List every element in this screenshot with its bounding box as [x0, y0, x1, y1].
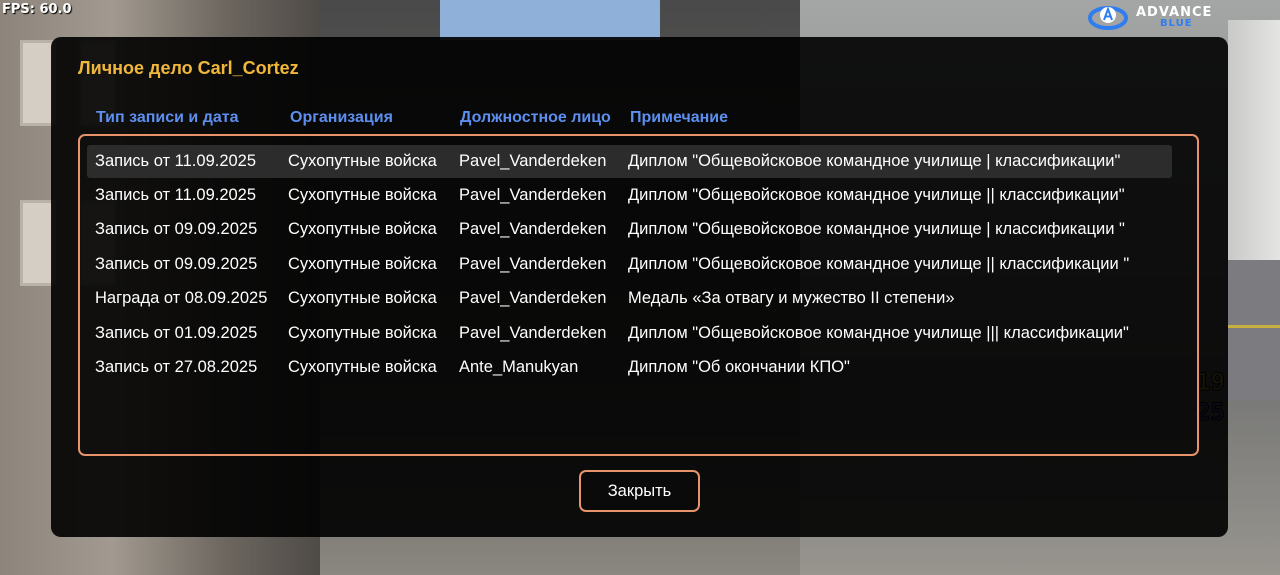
fps-counter: FPS: 60.0 [2, 2, 72, 17]
record-type-date: Награда от 08.09.2025 [95, 289, 268, 307]
record-note: Диплом "Общевойсковое командное училище … [628, 324, 1129, 342]
server-logo: ADVANCE BLUE [1086, 2, 1226, 34]
record-note: Диплом "Общевойсковое командное училище … [628, 255, 1130, 273]
record-organization: Сухопутные войска [288, 220, 437, 238]
table-row[interactable]: Запись от 27.08.2025 Сухопутные войска A… [87, 351, 1172, 384]
column-header-organization: Организация [290, 109, 393, 126]
table-row[interactable]: Награда от 08.09.2025 Сухопутные войска … [87, 282, 1172, 315]
game-scene: FPS: 60.0 ADVANCE BLUE 19 25 Личное дело… [0, 0, 1280, 575]
dialog-title: Личное дело Carl_Cortez [78, 58, 299, 78]
record-type-date: Запись от 11.09.2025 [95, 186, 257, 204]
record-note: Диплом "Общевойсковое командное училище … [628, 220, 1125, 238]
column-header-note: Примечание [630, 109, 729, 126]
record-note: Диплом "Общевойсковое командное училище … [628, 152, 1121, 170]
record-type-date: Запись от 09.09.2025 [95, 255, 258, 273]
record-official: Pavel_Vanderdeken [459, 220, 607, 238]
background-wall [1228, 20, 1280, 260]
record-official: Pavel_Vanderdeken [459, 152, 607, 170]
table-row[interactable]: Запись от 09.09.2025 Сухопутные войска P… [87, 213, 1172, 246]
logo-subtitle: BLUE [1160, 18, 1193, 29]
table-row[interactable]: Запись от 01.09.2025 Сухопутные войска P… [87, 317, 1172, 350]
advance-logo-icon [1088, 6, 1128, 30]
record-official: Pavel_Vanderdeken [459, 289, 607, 307]
record-organization: Сухопутные войска [288, 289, 437, 307]
record-official: Pavel_Vanderdeken [459, 186, 607, 204]
record-type-date: Запись от 11.09.2025 [95, 152, 257, 170]
column-header-official: Должностное лицо [460, 109, 611, 126]
personal-file-dialog: Личное дело Carl_Cortez Тип записи и дат… [51, 37, 1228, 537]
record-note: Диплом "Общевойсковое командное училище … [628, 186, 1125, 204]
table-row[interactable]: Запись от 11.09.2025 Сухопутные войска P… [87, 179, 1172, 212]
background-road [1228, 260, 1280, 400]
table-row[interactable]: Запись от 11.09.2025 Сухопутные войска P… [87, 145, 1172, 178]
column-header-type-date: Тип записи и дата [96, 109, 239, 126]
record-type-date: Запись от 27.08.2025 [95, 358, 258, 376]
record-official: Pavel_Vanderdeken [459, 255, 607, 273]
record-official: Pavel_Vanderdeken [459, 324, 607, 342]
record-type-date: Запись от 01.09.2025 [95, 324, 258, 342]
record-organization: Сухопутные войска [288, 324, 437, 342]
record-organization: Сухопутные войска [288, 186, 437, 204]
close-button[interactable]: Закрыть [579, 470, 700, 512]
background-sky [440, 0, 660, 40]
record-organization: Сухопутные войска [288, 358, 437, 376]
record-official: Ante_Manukyan [459, 358, 579, 376]
record-note: Медаль «За отвагу и мужество II степени» [628, 289, 955, 307]
records-list[interactable]: Запись от 11.09.2025 Сухопутные войска P… [78, 134, 1199, 456]
record-organization: Сухопутные войска [288, 152, 437, 170]
record-note: Диплом "Об окончании КПО" [628, 358, 850, 376]
table-header: Тип записи и дата Организация Должностно… [96, 109, 1096, 129]
road-marking [1228, 325, 1280, 328]
record-type-date: Запись от 09.09.2025 [95, 220, 258, 238]
table-row[interactable]: Запись от 09.09.2025 Сухопутные войска P… [87, 248, 1172, 281]
record-organization: Сухопутные войска [288, 255, 437, 273]
